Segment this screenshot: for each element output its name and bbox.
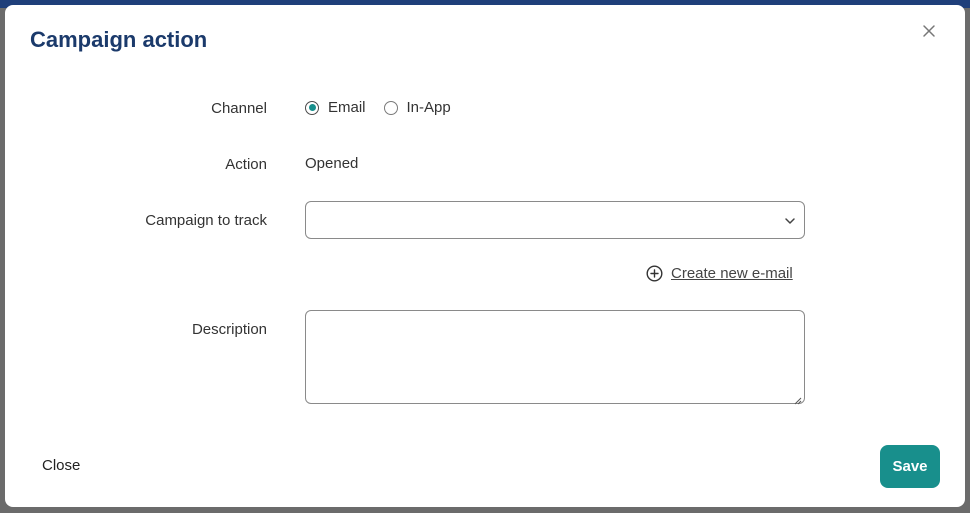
action-label: Action: [225, 156, 267, 173]
campaign-select[interactable]: [305, 201, 805, 239]
create-new-email-label[interactable]: Create new e-mail: [671, 265, 793, 282]
create-new-email-link[interactable]: Create new e-mail: [646, 265, 793, 282]
action-value: Opened: [305, 155, 359, 172]
dialog-title: Campaign action: [30, 27, 208, 52]
radio-email[interactable]: [305, 100, 319, 115]
close-button[interactable]: Close: [42, 457, 80, 474]
channel-label: Channel: [211, 100, 267, 117]
channel-radio-group: Email In-App: [305, 99, 469, 116]
chevron-down-icon: [784, 214, 796, 226]
radio-option-in-app[interactable]: In-App: [383, 99, 451, 116]
campaign-action-dialog: Campaign action Channel Email In-App Act…: [5, 5, 965, 507]
resize-grip-icon[interactable]: [793, 392, 802, 405]
radio-in-app-label: In-App: [406, 99, 451, 116]
close-icon[interactable]: [919, 21, 939, 41]
plus-circle-icon: [646, 265, 663, 282]
description-label: Description: [191, 321, 267, 338]
campaign-label: Campaign to track: [145, 212, 267, 229]
save-button[interactable]: Save: [880, 445, 940, 488]
radio-option-email[interactable]: Email: [305, 99, 366, 116]
radio-email-label: Email: [328, 99, 366, 116]
description-textarea[interactable]: [305, 310, 805, 404]
radio-in-app[interactable]: [383, 100, 398, 115]
